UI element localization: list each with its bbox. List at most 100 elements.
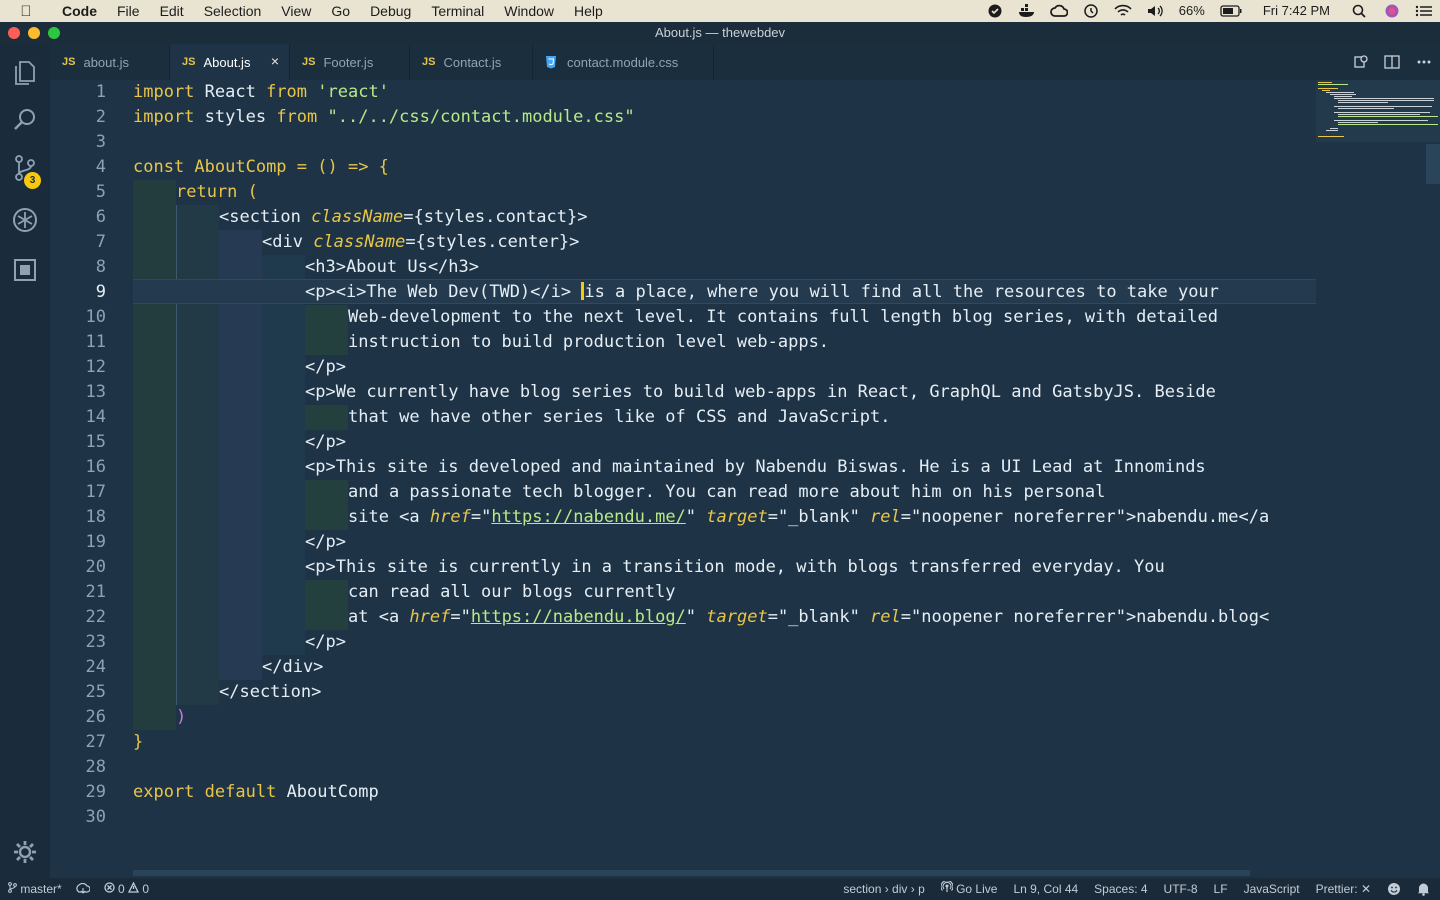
sync-icon[interactable]	[76, 883, 90, 895]
horizontal-scrollbar[interactable]	[133, 870, 1250, 876]
line-number-gutter: 1 2 3 4 5 6 7 8 9 10 11 12 13 14 15 16 1…	[50, 80, 133, 878]
clock[interactable]: Fri 7:42 PM	[1249, 0, 1344, 22]
attribute-value: ="noopener noreferrer">nabendu.blog<	[900, 607, 1270, 627]
prettier-status[interactable]: Prettier: ✕	[1316, 878, 1371, 900]
menu-help[interactable]: Help	[564, 0, 613, 22]
punctuation: "	[685, 607, 707, 627]
code-line-23: </p>	[305, 632, 346, 652]
close-tab-icon[interactable]: ×	[271, 53, 279, 69]
debug-icon[interactable]	[9, 204, 41, 236]
menu-file[interactable]: File	[107, 0, 150, 22]
split-editor-icon[interactable]	[1376, 54, 1408, 70]
minimize-window-button[interactable]	[28, 27, 40, 39]
tab-contact-js[interactable]: JS Contact.js	[410, 44, 533, 80]
line-number: 11	[85, 332, 106, 352]
menu-selection[interactable]: Selection	[194, 0, 272, 22]
line-number: 6	[95, 207, 106, 227]
code-line-17: and a passionate tech blogger. You can r…	[348, 482, 1106, 502]
language-mode[interactable]: JavaScript	[1244, 878, 1300, 900]
menu-view[interactable]: View	[271, 0, 321, 22]
line-number: 10	[85, 307, 106, 327]
line-number: 12	[85, 357, 106, 377]
window-controls	[8, 27, 60, 39]
code-editor[interactable]: 1 2 3 4 5 6 7 8 9 10 11 12 13 14 15 16 1…	[50, 80, 1440, 878]
url-link[interactable]: https://nabendu.blog/	[471, 607, 686, 627]
siri-icon[interactable]	[1383, 4, 1401, 18]
cursor-position[interactable]: Ln 9, Col 44	[1013, 878, 1078, 900]
line-number: 25	[85, 682, 106, 702]
code-line-9: <p><i>The Web Dev(TWD)</i> is a place, w…	[305, 280, 1219, 305]
problems-indicator[interactable]: 0 0	[104, 878, 149, 900]
gear-icon[interactable]	[9, 836, 41, 868]
vertical-scrollbar[interactable]	[1426, 144, 1440, 184]
code-line-25: </section>	[219, 682, 322, 702]
indent-guide-level-4	[262, 255, 305, 655]
notification-center-icon[interactable]	[1415, 4, 1433, 18]
broadcast-icon	[940, 879, 954, 892]
apple-menu-icon[interactable]: 	[0, 3, 52, 20]
tab-about-js-lower[interactable]: JS about.js	[50, 44, 170, 80]
menu-window[interactable]: Window	[494, 0, 564, 22]
wifi-icon[interactable]	[1114, 4, 1132, 18]
indent-guide-level-5b	[305, 405, 348, 430]
code-line-26: )	[176, 707, 187, 727]
breadcrumb[interactable]: section › div › p	[843, 878, 924, 900]
line-number: 28	[85, 757, 106, 777]
close-window-button[interactable]	[8, 27, 20, 39]
tab-about-js[interactable]: JS About.js ×	[170, 44, 290, 80]
code-line-19: </p>	[305, 532, 346, 552]
end-of-line[interactable]: LF	[1214, 878, 1228, 900]
spotlight-search-icon[interactable]	[1351, 4, 1369, 18]
search-icon[interactable]	[9, 104, 41, 136]
javascript-file-icon: JS	[302, 56, 316, 68]
jsx-attribute: className	[313, 232, 406, 252]
tab-footer-js[interactable]: JS Footer.js	[290, 44, 410, 80]
punctuation: "	[685, 507, 707, 527]
minimap[interactable]	[1316, 80, 1440, 142]
line-number: 1	[95, 82, 106, 102]
explorer-icon[interactable]	[9, 56, 41, 88]
zoom-window-button[interactable]	[48, 27, 60, 39]
battery-icon[interactable]	[1220, 4, 1242, 18]
line-number: 4	[95, 157, 106, 177]
menu-debug[interactable]: Debug	[360, 0, 421, 22]
code-line-21: can read all our blogs currently	[348, 582, 676, 602]
volume-icon[interactable]	[1146, 4, 1164, 18]
indent-guide-level-1	[133, 180, 176, 730]
menu-terminal[interactable]: Terminal	[421, 0, 494, 22]
docker-icon[interactable]	[1018, 4, 1036, 18]
line-number: 19	[85, 532, 106, 552]
line-number: 17	[85, 482, 106, 502]
menu-app-name[interactable]: Code	[52, 0, 107, 22]
jsx-expression: ={styles.center}>	[405, 232, 580, 252]
encoding[interactable]: UTF-8	[1164, 878, 1198, 900]
url-link[interactable]: https://nabendu.me/	[491, 507, 685, 527]
notifications-bell-icon[interactable]	[1417, 882, 1430, 896]
extensions-icon[interactable]	[9, 254, 41, 286]
jsx-attribute: target	[706, 607, 768, 627]
jsx-tag: <div	[262, 232, 314, 252]
time-machine-icon[interactable]	[1082, 4, 1100, 18]
jsx-attribute: href	[409, 607, 451, 627]
line-number: 14	[85, 407, 106, 427]
tab-contact-module-css[interactable]: contact.module.css	[533, 44, 714, 80]
branch-indicator[interactable]: master*	[8, 878, 62, 900]
feedback-smiley-icon[interactable]	[1387, 882, 1401, 896]
menu-go[interactable]: Go	[321, 0, 360, 22]
indentation[interactable]: Spaces: 4	[1094, 878, 1147, 900]
javascript-file-icon: JS	[182, 56, 196, 68]
check-circle-icon[interactable]	[986, 4, 1004, 18]
more-actions-icon[interactable]	[1408, 54, 1440, 70]
code-area[interactable]: import React from 'react' import styles …	[133, 80, 1316, 850]
code-line-27: }	[133, 732, 144, 752]
indent-guide-level-5a	[305, 305, 348, 355]
creative-cloud-icon[interactable]	[1049, 4, 1068, 18]
string-literal: 'react'	[317, 82, 389, 102]
identifier: AboutComp	[276, 782, 379, 802]
go-live-button[interactable]: Go Live	[940, 878, 997, 900]
menu-edit[interactable]: Edit	[150, 0, 194, 22]
line-number: 18	[85, 507, 106, 527]
javascript-file-icon: JS	[422, 56, 436, 68]
open-changes-icon[interactable]	[1344, 54, 1376, 70]
